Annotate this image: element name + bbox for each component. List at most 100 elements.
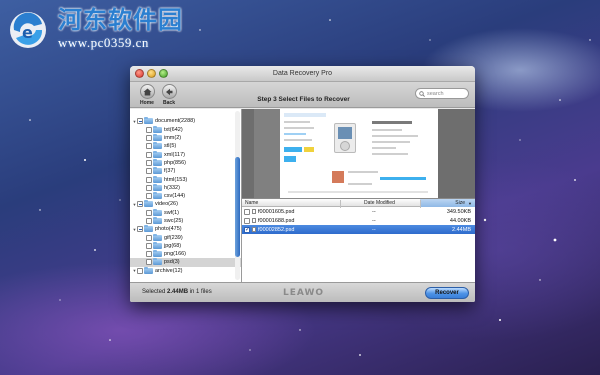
file-date: -- — [372, 226, 376, 233]
tree-item-checkbox[interactable] — [146, 126, 152, 133]
tree-item[interactable]: ▼ video(26) — [130, 200, 241, 208]
tree-item-label: xml(117) — [164, 151, 185, 158]
tree-item-label: jpg(68) — [164, 242, 182, 249]
tree-item-label: video(26) — [155, 201, 178, 208]
file-date: -- — [372, 217, 376, 224]
window-title: Data Recovery Pro — [272, 70, 333, 77]
step-title: Step 3 Select Files to Recover — [257, 96, 350, 103]
folder-icon — [153, 183, 162, 191]
tree-item-checkbox[interactable] — [146, 209, 152, 216]
window-titlebar[interactable]: Data Recovery Pro — [130, 66, 475, 82]
tree-item-label: psd(3) — [164, 259, 180, 266]
name-column-header[interactable]: Name — [245, 200, 258, 206]
tree-item-checkbox[interactable] — [146, 143, 152, 150]
tree-item-checkbox[interactable] — [137, 201, 143, 208]
home-icon — [139, 84, 155, 99]
tree-item[interactable]: ▼ photo(475) — [130, 225, 241, 233]
tree-item-checkbox[interactable] — [146, 151, 152, 158]
zoom-window-button[interactable] — [159, 69, 168, 78]
file-preview-pane — [242, 109, 475, 199]
file-date: -- — [372, 208, 376, 215]
tree-item[interactable]: ▼ document(2288) — [130, 117, 241, 125]
tree-item[interactable]: swc(25) — [130, 217, 241, 225]
tree-item-checkbox[interactable] — [137, 118, 143, 125]
watermark-logo-icon: e — [10, 12, 46, 48]
status-suffix: in 1 files — [189, 289, 212, 295]
tree-item-checkbox[interactable] — [146, 242, 152, 249]
file-checkbox[interactable] — [244, 217, 250, 224]
folder-icon — [153, 167, 162, 175]
tree-scrollbar[interactable] — [235, 111, 240, 280]
recover-button[interactable]: Recover — [425, 287, 469, 299]
folder-icon — [144, 266, 153, 274]
tree-item-checkbox[interactable] — [146, 251, 152, 258]
tree-item-checkbox[interactable] — [137, 226, 143, 233]
tree-item-checkbox[interactable] — [146, 176, 152, 183]
folder-icon — [144, 225, 153, 233]
tree-item-checkbox[interactable] — [146, 218, 152, 224]
window-controls — [135, 69, 168, 78]
file-size: 349.50KB — [446, 208, 471, 215]
folder-icon — [153, 217, 162, 224]
tree-item-checkbox[interactable] — [146, 168, 152, 175]
tree-item[interactable]: jpg(68) — [130, 241, 241, 250]
selection-status: Selected 2.44MB in 1 files — [142, 289, 212, 295]
tree-item-checkbox[interactable] — [146, 184, 152, 191]
tree-item[interactable]: php(856) — [130, 158, 241, 167]
tree-scrollbar-thumb[interactable] — [235, 157, 240, 257]
tree-item[interactable]: xml(117) — [130, 150, 241, 158]
file-checkbox[interactable] — [244, 208, 250, 215]
folder-icon — [153, 250, 162, 258]
toolbar: Home Back Step 3 Select Files to Recover… — [130, 82, 475, 108]
close-window-button[interactable] — [135, 69, 144, 78]
folder-icon — [153, 241, 162, 249]
tree-item-label: imm(2) — [164, 135, 182, 142]
search-input[interactable]: search — [415, 88, 469, 99]
file-list: Name Date Modified Size ▼ f00001605.psd -… — [242, 199, 475, 282]
tree-item[interactable]: f(37) — [130, 167, 241, 175]
tree-item[interactable]: psd(3) — [130, 258, 241, 267]
watermark-title: 河东软件园 — [58, 5, 183, 34]
tree-item[interactable]: png(166) — [130, 250, 241, 258]
file-checkbox[interactable] — [244, 226, 250, 233]
tree-item[interactable]: swf(1) — [130, 208, 241, 217]
tree-item-checkbox[interactable] — [146, 193, 152, 200]
tree-item-label: txt(642) — [164, 126, 183, 133]
tree-item[interactable]: txt(642) — [130, 125, 241, 134]
tree-item-label: document(2288) — [155, 118, 196, 125]
size-column-header[interactable]: Size — [455, 200, 465, 206]
file-row[interactable]: f00001688.psd -- 44.00KB — [242, 216, 475, 225]
tree-item[interactable]: html(153) — [130, 175, 241, 183]
folder-icon — [153, 258, 162, 266]
file-icon — [252, 209, 256, 214]
tree-item-checkbox[interactable] — [137, 267, 143, 274]
file-list-header: Name Date Modified Size ▼ — [242, 199, 475, 208]
back-button[interactable]: Back — [156, 84, 182, 106]
folder-icon — [144, 117, 153, 125]
tree-item[interactable]: csv(144) — [130, 192, 241, 200]
tree-item-label: gif(239) — [164, 234, 183, 241]
size-column-highlight — [420, 199, 475, 207]
tree-item[interactable]: gif(239) — [130, 233, 241, 241]
folder-icon — [153, 150, 162, 158]
folder-icon — [153, 233, 162, 241]
preview-image — [280, 109, 438, 198]
file-row[interactable]: f00001605.psd -- 349.50KB — [242, 207, 475, 216]
tree-item-checkbox[interactable] — [146, 135, 152, 142]
folder-icon — [153, 134, 162, 142]
folder-icon — [144, 200, 153, 208]
tree-item[interactable]: stl(5) — [130, 142, 241, 150]
tree-item-checkbox[interactable] — [146, 259, 152, 266]
minimize-window-button[interactable] — [147, 69, 156, 78]
tree-item[interactable]: h(332) — [130, 183, 241, 192]
file-icon — [252, 227, 256, 232]
folder-icon — [153, 208, 162, 216]
tree-item[interactable]: imm(2) — [130, 134, 241, 142]
tree-item-checkbox[interactable] — [146, 234, 152, 241]
date-column-header[interactable]: Date Modified — [364, 200, 395, 206]
folder-icon — [153, 158, 162, 166]
tree-item-checkbox[interactable] — [146, 159, 152, 166]
tree-item[interactable]: ▼ archive(12) — [130, 266, 241, 275]
file-row[interactable]: f00002852.psd -- 2.44MB — [242, 225, 475, 234]
tree-item[interactable] — [130, 109, 241, 117]
